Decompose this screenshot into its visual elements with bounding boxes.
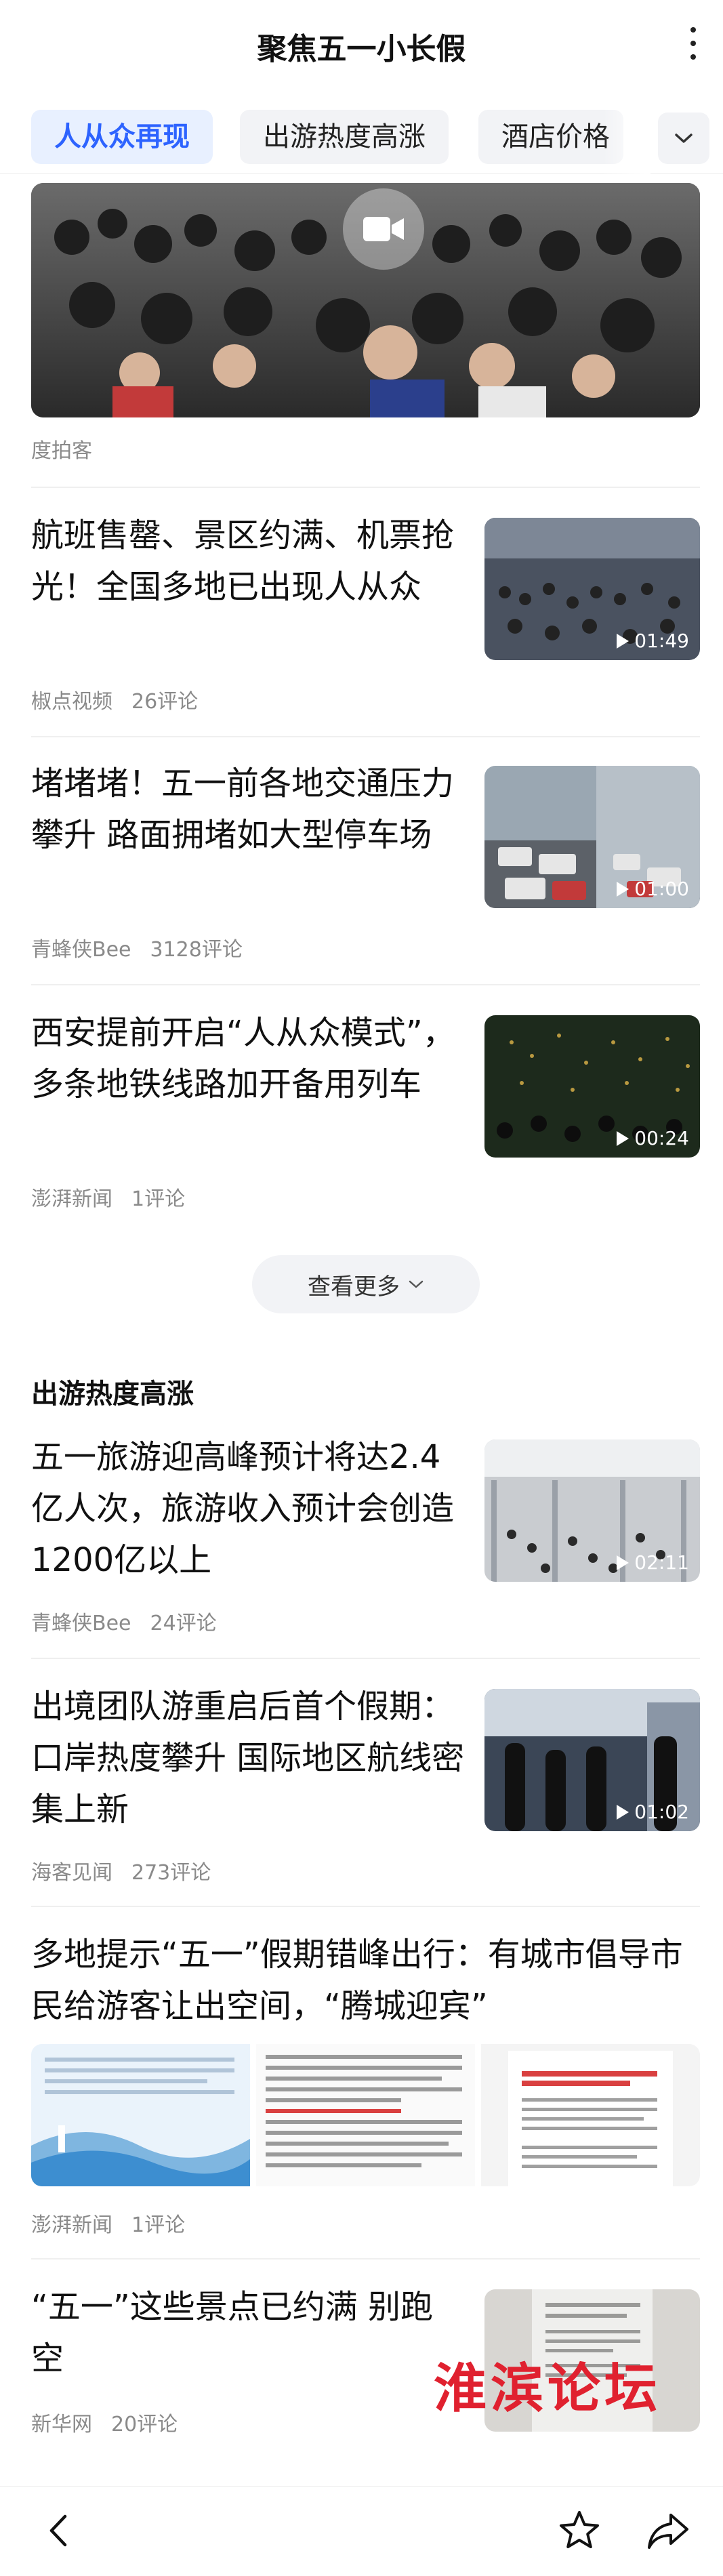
section-title: 出游热度高涨 [31, 1378, 194, 1410]
share-arrow-icon [648, 2514, 688, 2549]
video-duration: 01:49 [617, 630, 689, 652]
play-icon [617, 1130, 629, 1146]
article-title: 堵堵堵！五一前各地交通压力攀升 路面拥堵如大型停车场 [31, 764, 455, 854]
play-icon [617, 1555, 629, 1570]
thumbnail-image [481, 2044, 700, 2186]
article-comments: 273评论 [131, 1861, 211, 1885]
star-icon [560, 2511, 599, 2548]
chevron-down-icon [675, 134, 693, 143]
article-item[interactable]: 堵堵堵！五一前各地交通压力攀升 路面拥堵如大型停车场 青蜂侠Bee 3128评论 … [31, 758, 700, 975]
article-item[interactable]: 西安提前开启“人从众模式”，多条地铁线路加开备用列车 澎湃新闻 1评论 00:24 [31, 1007, 700, 1224]
hero-source: 度拍客 [31, 439, 92, 463]
article-meta: 新华网 20评论 [31, 2407, 197, 2437]
article-comments: 3128评论 [150, 938, 243, 962]
article-title: 五一旅游迎高峰预计将达2.4亿人次，旅游收入预计会创造1200亿以上 [31, 1438, 455, 1579]
article-source: 椒点视频 [31, 690, 112, 714]
see-more-button[interactable]: 查看更多 [252, 1255, 480, 1313]
tab-travel-boom[interactable]: 出游热度高涨 [240, 110, 449, 164]
play-icon [617, 633, 629, 649]
article-comments: 20评论 [111, 2413, 178, 2436]
article-source: 海客见闻 [31, 1861, 112, 1885]
video-thumbnail[interactable]: 01:00 [484, 766, 700, 908]
divider [31, 1906, 700, 1907]
article-comments: 26评论 [131, 690, 199, 714]
video-duration: 02:11 [617, 1551, 689, 1574]
article-item[interactable]: 航班售罄、景区约满、机票抢光！全国多地已出现人从众 椒点视频 26评论 01:49 [31, 510, 700, 727]
article-meta: 澎湃新闻 1评论 [31, 2208, 204, 2238]
article-title: “五一”这些景点已约满 别跑空 [31, 2288, 433, 2377]
divider [31, 736, 700, 737]
article-title: 多地提示“五一”假期错峰出行：有城市倡导市民给游客让出空间，“腾城迎宾” [31, 1936, 683, 2025]
play-icon [617, 881, 629, 897]
video-camera-icon [343, 188, 424, 270]
duration-text: 01:02 [634, 1801, 689, 1823]
thumbnail-image [256, 2044, 475, 2186]
video-thumbnail[interactable]: 01:49 [484, 518, 700, 660]
article-item[interactable]: 多地提示“五一”假期错峰出行：有城市倡导市民给游客让出空间，“腾城迎宾” 澎湃新… [31, 1929, 700, 2247]
share-button[interactable] [645, 2507, 693, 2554]
divider [31, 2258, 700, 2260]
divider [31, 1658, 700, 1659]
forum-watermark: 淮滨论坛 [434, 2358, 662, 2419]
video-duration: 01:00 [617, 878, 689, 900]
article-comments: 1评论 [131, 2213, 186, 2237]
article-meta: 海客见闻 273评论 [31, 1856, 230, 1885]
more-options-icon[interactable] [680, 22, 707, 65]
play-icon [617, 1804, 629, 1820]
video-duration: 00:24 [617, 1127, 689, 1149]
favorite-button[interactable] [556, 2507, 603, 2554]
tab-crowds[interactable]: 人从众再现 [31, 110, 213, 164]
divider [31, 487, 700, 488]
duration-text: 00:24 [634, 1127, 689, 1149]
article-meta: 青蜂侠Bee 3128评论 [31, 933, 262, 962]
tab-fade [603, 102, 650, 173]
duration-text: 02:11 [634, 1551, 689, 1574]
article-meta: 椒点视频 26评论 [31, 684, 217, 714]
article-item[interactable]: 五一旅游迎高峰预计将达2.4亿人次，旅游收入预计会创造1200亿以上 青蜂侠Be… [31, 1431, 700, 1648]
article-title: 西安提前开启“人从众模式”，多条地铁线路加开备用列车 [31, 1014, 455, 1103]
article-source: 澎湃新闻 [31, 1187, 112, 1211]
chevron-down-icon [409, 1280, 424, 1288]
article-meta: 澎湃新闻 1评论 [31, 1182, 204, 1212]
article-source: 青蜂侠Bee [31, 938, 131, 962]
article-title: 出境团队游重启后首个假期：口岸热度攀升 国际地区航线密集上新 [31, 1688, 465, 1828]
tab-hotel-prices[interactable]: 酒店价格 [478, 110, 623, 164]
article-source: 青蜂侠Bee [31, 1612, 131, 1635]
article-source: 新华网 [31, 2413, 92, 2436]
video-thumbnail[interactable]: 00:24 [484, 1015, 700, 1158]
article-source: 澎湃新闻 [31, 2213, 112, 2237]
topic-tabs: 人从众再现 出游热度高涨 酒店价格 [0, 102, 723, 173]
thumbnail-image [31, 2044, 250, 2186]
duration-text: 01:49 [634, 630, 689, 652]
hero-video-thumbnail[interactable] [31, 183, 700, 417]
duration-text: 01:00 [634, 878, 689, 900]
bottom-toolbar [0, 2486, 723, 2576]
video-duration: 01:02 [617, 1801, 689, 1823]
tabs-expand-button[interactable] [658, 113, 709, 164]
back-arrow-icon [49, 2514, 67, 2547]
article-comments: 24评论 [150, 1612, 217, 1635]
phone-screenshot-image [481, 2044, 700, 2186]
article-title: 航班售罄、景区约满、机票抢光！全国多地已出现人从众 [31, 516, 455, 606]
video-thumbnail[interactable]: 02:11 [484, 1439, 700, 1582]
top-header: 聚焦五一小长假 [0, 0, 723, 95]
see-more-label: 查看更多 [308, 1273, 400, 1301]
poster-image [31, 2044, 250, 2186]
image-strip [31, 2044, 700, 2186]
video-thumbnail[interactable]: 01:02 [484, 1689, 700, 1831]
divider [31, 984, 700, 985]
article-item[interactable]: 出境团队游重启后首个假期：口岸热度攀升 国际地区航线密集上新 海客见闻 273评论… [31, 1681, 700, 1898]
back-button[interactable] [37, 2507, 84, 2554]
article-comments: 1评论 [131, 1187, 186, 1211]
page-title: 聚焦五一小长假 [257, 32, 466, 66]
article-meta: 青蜂侠Bee 24评论 [31, 1606, 236, 1636]
text-notice-image [256, 2044, 475, 2186]
